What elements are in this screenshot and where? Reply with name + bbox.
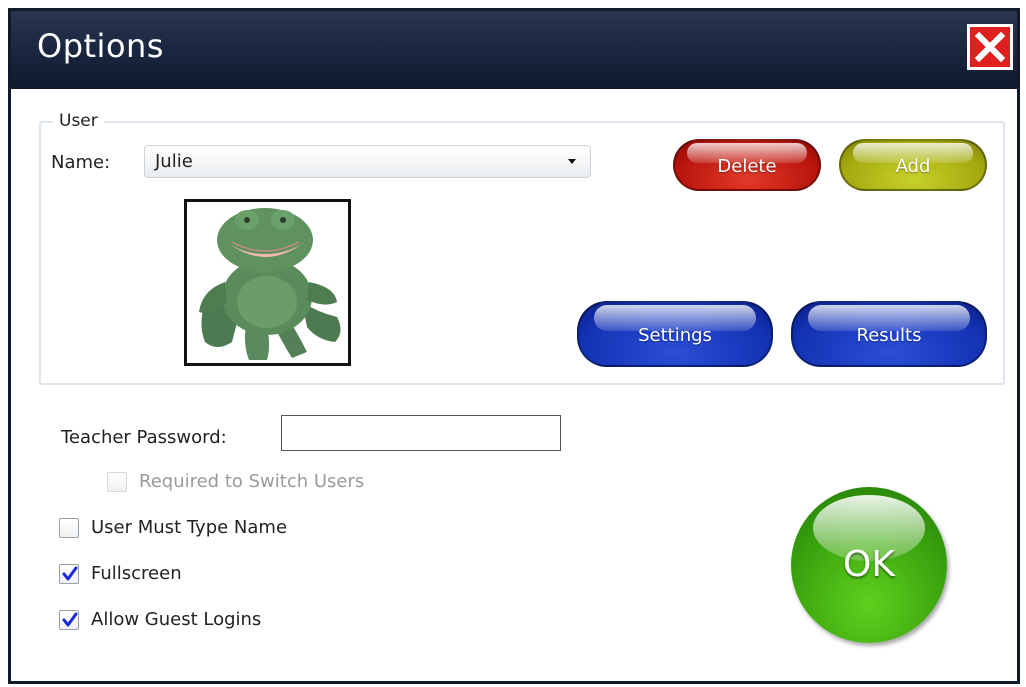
required-switch-row: Required to Switch Users	[107, 471, 364, 492]
user-group-box: User Name: Julie Delete Add Settings Res…	[39, 111, 1005, 385]
dialog-title: Options	[37, 27, 164, 65]
checkmark-icon	[62, 566, 78, 580]
teacher-password-input[interactable]	[281, 415, 561, 451]
user-name-select[interactable]: Julie	[144, 145, 591, 178]
close-button[interactable]	[967, 24, 1013, 70]
ok-button[interactable]: OK	[791, 487, 947, 643]
guest-logins-checkbox[interactable]	[59, 609, 79, 630]
checkmark-icon	[62, 612, 78, 626]
name-label: Name:	[51, 152, 111, 173]
fullscreen-checkbox[interactable]	[59, 563, 79, 584]
results-button[interactable]: Results	[791, 301, 987, 367]
ok-button-label: OK	[843, 544, 895, 585]
must-type-name-row: User Must Type Name	[59, 517, 287, 538]
add-button-label: Add	[895, 156, 931, 177]
options-dialog: Options User Name: Julie Delete Add Sett…	[8, 8, 1020, 684]
chevron-down-icon	[568, 159, 576, 164]
required-switch-checkbox[interactable]	[107, 471, 127, 492]
user-group-legend: User	[53, 111, 104, 131]
user-avatar	[184, 199, 351, 366]
teacher-password-label: Teacher Password:	[61, 427, 227, 448]
must-type-name-label: User Must Type Name	[91, 517, 288, 538]
required-switch-label: Required to Switch Users	[139, 471, 365, 492]
title-bar: Options	[11, 11, 1017, 89]
guest-logins-label: Allow Guest Logins	[91, 609, 262, 630]
must-type-name-checkbox[interactable]	[59, 517, 79, 538]
settings-button-label: Settings	[638, 325, 712, 346]
fullscreen-row: Fullscreen	[59, 563, 182, 584]
add-user-button[interactable]: Add	[839, 139, 987, 191]
delete-button-label: Delete	[717, 156, 777, 177]
frog-puppet-image	[199, 208, 341, 360]
selected-user-value: Julie	[155, 151, 193, 172]
fullscreen-label: Fullscreen	[91, 563, 182, 584]
delete-user-button[interactable]: Delete	[673, 139, 821, 191]
settings-button[interactable]: Settings	[577, 301, 773, 367]
guest-logins-row: Allow Guest Logins	[59, 609, 261, 630]
close-x-icon	[974, 31, 1006, 63]
results-button-label: Results	[856, 325, 922, 346]
